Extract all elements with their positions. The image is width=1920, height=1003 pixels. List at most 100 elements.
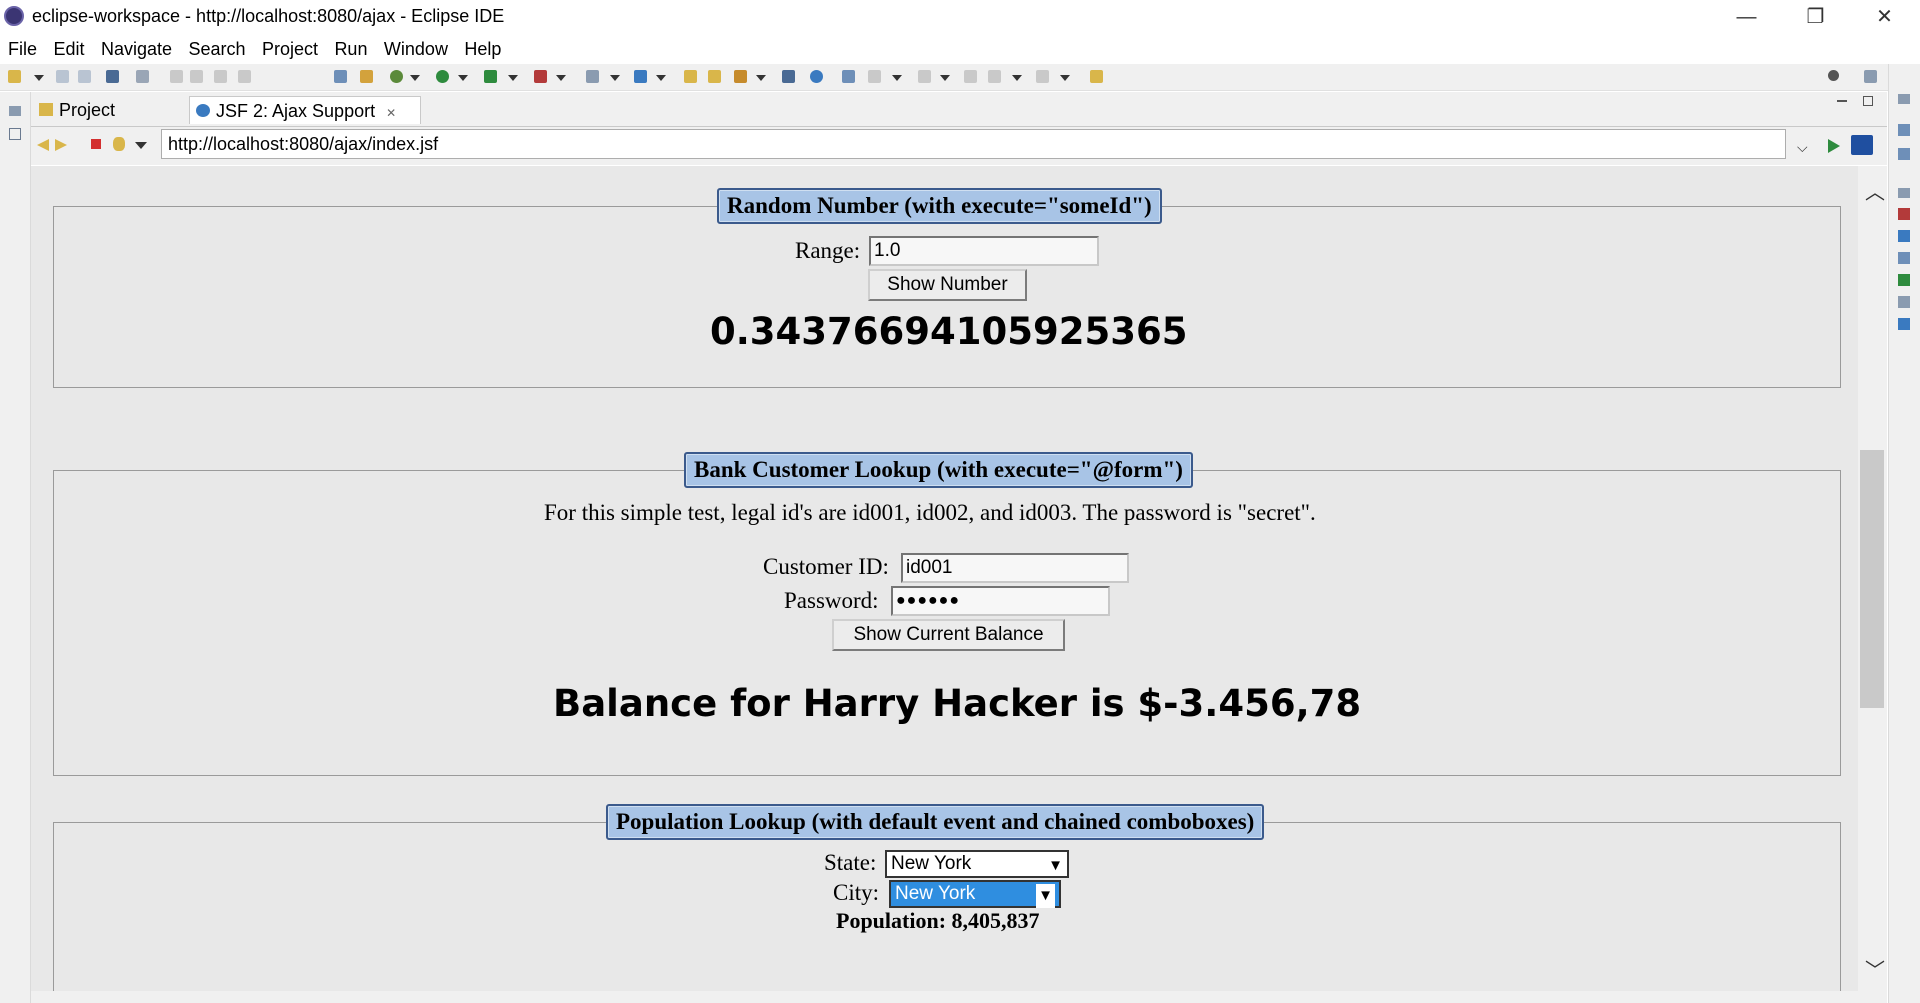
menu-file[interactable]: File xyxy=(8,39,37,59)
open-external-browser-icon[interactable] xyxy=(1851,135,1873,155)
skip-breakpoints-icon[interactable] xyxy=(136,70,149,83)
tab-jsf-ajax-support[interactable]: JSF 2: Ajax Support ✕ xyxy=(189,96,421,124)
search-tool-icon[interactable] xyxy=(734,70,747,83)
annotation-icon[interactable] xyxy=(842,70,855,83)
disconnect-icon[interactable] xyxy=(238,70,251,83)
outline-icon[interactable] xyxy=(1898,124,1910,136)
scrollbar-thumb[interactable] xyxy=(1860,450,1884,708)
range-input[interactable]: 1.0 xyxy=(869,236,1099,266)
city-label: City: xyxy=(833,880,880,905)
search-icon[interactable] xyxy=(1828,70,1839,81)
restore-view-icon[interactable] xyxy=(1898,94,1910,104)
left-trim-stack xyxy=(0,92,31,1003)
terminal-icon[interactable] xyxy=(106,70,119,83)
scroll-down-icon[interactable]: ﹀ xyxy=(1865,954,1885,983)
open-perspective-button-icon[interactable] xyxy=(1864,70,1877,83)
eclipse-logo-icon xyxy=(4,6,24,26)
next-annotation-icon[interactable] xyxy=(868,70,881,83)
new-java-class-icon[interactable] xyxy=(634,70,647,83)
menu-project[interactable]: Project xyxy=(262,39,318,59)
properties-icon[interactable] xyxy=(1898,230,1910,242)
forward-icon[interactable] xyxy=(55,139,67,151)
back-nav-icon[interactable] xyxy=(988,70,1001,83)
page-vertical-scrollbar[interactable]: ︿ ﹀ xyxy=(1858,166,1887,991)
tab-project-explorer[interactable]: Project Explorer xyxy=(33,96,185,148)
coverage-icon[interactable] xyxy=(484,70,497,83)
last-edit-icon[interactable] xyxy=(964,70,977,83)
bottom-trim xyxy=(31,991,1887,1003)
console-icon[interactable] xyxy=(1898,318,1910,330)
chevron-down-icon[interactable] xyxy=(656,75,666,81)
open-type-icon[interactable] xyxy=(684,70,697,83)
go-icon[interactable] xyxy=(1828,139,1840,153)
suspend-icon[interactable] xyxy=(190,70,203,83)
task-list-icon[interactable] xyxy=(1898,148,1910,160)
back-icon[interactable] xyxy=(37,139,49,151)
chevron-down-icon: ▼ xyxy=(1048,857,1063,874)
state-select-value: New York xyxy=(891,853,972,874)
window-title: eclipse-workspace - http://localhost:808… xyxy=(32,6,505,26)
url-history-chevron-icon[interactable]: ⌵ xyxy=(1797,139,1808,156)
stop-icon[interactable] xyxy=(91,139,101,149)
scroll-up-icon[interactable]: ︿ xyxy=(1865,176,1885,205)
toggle-breadcrumb-icon[interactable] xyxy=(334,70,347,83)
globe-icon[interactable] xyxy=(810,70,823,83)
minimize-view-icon[interactable] xyxy=(1837,100,1847,102)
chevron-down-icon[interactable] xyxy=(1012,75,1022,81)
password-input[interactable]: ●●●●●● xyxy=(891,586,1110,616)
project-explorer-icon[interactable] xyxy=(9,128,21,140)
show-current-balance-button[interactable]: Show Current Balance xyxy=(832,619,1065,651)
step-filters-icon[interactable] xyxy=(360,70,373,83)
restore-view-icon[interactable] xyxy=(1898,188,1910,198)
open-task-icon[interactable] xyxy=(708,70,721,83)
resume-icon[interactable] xyxy=(170,70,183,83)
menu-help[interactable]: Help xyxy=(464,39,501,59)
chevron-down-icon[interactable] xyxy=(940,75,950,81)
debug-icon[interactable] xyxy=(390,70,403,83)
main-toolbar xyxy=(0,64,1920,91)
show-number-button[interactable]: Show Number xyxy=(868,269,1027,301)
forward-nav-icon[interactable] xyxy=(1036,70,1049,83)
chevron-down-icon[interactable] xyxy=(556,75,566,81)
city-select[interactable]: New York ▼ xyxy=(889,880,1061,908)
chevron-down-icon[interactable] xyxy=(458,75,468,81)
menu-search[interactable]: Search xyxy=(188,39,245,59)
url-input[interactable]: http://localhost:8080/ajax/index.jsf xyxy=(161,129,1786,159)
markers-icon[interactable] xyxy=(1898,208,1910,220)
chevron-down-icon[interactable] xyxy=(410,75,420,81)
close-window-button[interactable]: ✕ xyxy=(1850,0,1919,34)
chevron-down-icon[interactable] xyxy=(1060,75,1070,81)
open-perspective-icon[interactable] xyxy=(782,70,795,83)
menu-window[interactable]: Window xyxy=(384,39,448,59)
menu-edit[interactable]: Edit xyxy=(53,39,84,59)
refresh-icon[interactable] xyxy=(113,137,125,151)
customer-id-input[interactable]: id001 xyxy=(901,553,1129,583)
chevron-down-icon[interactable] xyxy=(892,75,902,81)
pin-editor-icon[interactable] xyxy=(1090,70,1103,83)
run-icon[interactable] xyxy=(436,70,449,83)
data-source-explorer-icon[interactable] xyxy=(1898,274,1910,286)
chevron-down-icon[interactable] xyxy=(610,75,620,81)
state-select[interactable]: New York ▼ xyxy=(885,850,1069,878)
servers-icon[interactable] xyxy=(1898,252,1910,264)
maximize-view-icon[interactable] xyxy=(1863,96,1873,106)
close-tab-icon[interactable]: ✕ xyxy=(386,106,396,120)
terminate-icon[interactable] xyxy=(214,70,227,83)
restore-button[interactable]: ❐ xyxy=(1781,0,1850,34)
minimize-button[interactable]: — xyxy=(1712,0,1781,34)
chevron-down-icon[interactable] xyxy=(135,142,147,149)
browser-toolbar: http://localhost:8080/ajax/index.jsf ⌵ xyxy=(31,127,1887,165)
new-server-icon[interactable] xyxy=(586,70,599,83)
chevron-down-icon[interactable] xyxy=(756,75,766,81)
menu-run[interactable]: Run xyxy=(334,39,367,59)
previous-annotation-icon[interactable] xyxy=(918,70,931,83)
chevron-down-icon[interactable] xyxy=(508,75,518,81)
snippets-icon[interactable] xyxy=(1898,296,1910,308)
menu-navigate[interactable]: Navigate xyxy=(101,39,172,59)
chevron-down-icon[interactable] xyxy=(34,75,44,81)
restore-view-icon[interactable] xyxy=(9,106,21,116)
save-icon[interactable] xyxy=(56,70,69,83)
save-all-icon[interactable] xyxy=(78,70,91,83)
new-icon[interactable] xyxy=(8,70,21,83)
external-tools-icon[interactable] xyxy=(534,70,547,83)
